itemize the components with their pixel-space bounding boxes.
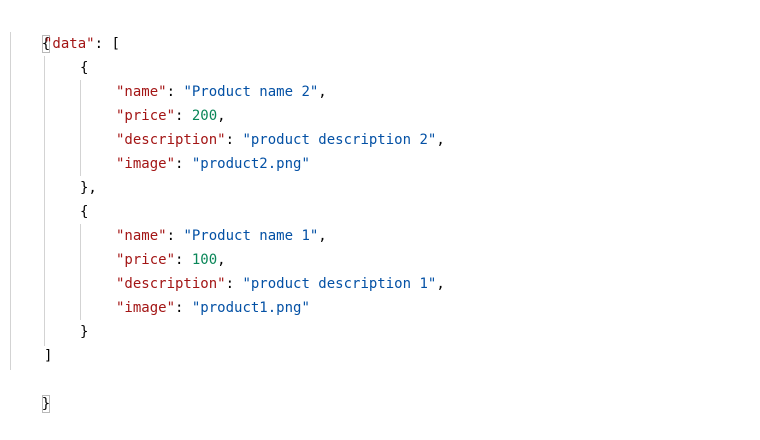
item-2-description-value: "product description 1"	[242, 276, 437, 292]
colon: :	[175, 156, 192, 172]
indent-guide-level-3-item-2	[80, 224, 81, 320]
code-line-7: "image": "product2.png"	[116, 152, 310, 176]
code-line-11: "price": 100,	[116, 248, 226, 272]
code-line-6: "description": "product description 2",	[116, 128, 445, 152]
item-2-image-key: "image"	[116, 300, 176, 316]
item-1-close-brace: },	[80, 180, 97, 196]
comma: ,	[436, 276, 445, 292]
colon: :	[225, 276, 243, 292]
colon: :	[166, 228, 184, 244]
code-line-15: ]	[44, 344, 52, 368]
code-line-4: "name": "Product name 2",	[116, 80, 327, 104]
item-1-price-key: "price"	[116, 108, 176, 124]
colon: :	[94, 36, 112, 52]
array-open-bracket: [	[111, 36, 120, 52]
item-1-image-value: "product2.png"	[191, 156, 310, 172]
item-2-price-value: 100	[191, 252, 218, 268]
comma: ,	[217, 252, 226, 268]
code-line-12: "description": "product description 1",	[116, 272, 445, 296]
indent-guide-level-3-item-1	[80, 80, 81, 176]
code-line-5: "price": 200,	[116, 104, 226, 128]
code-line-8: },	[80, 176, 97, 200]
item-2-description-key: "description"	[116, 276, 226, 292]
code-line-2: "data": [	[44, 32, 120, 56]
indent-guide-level-2	[44, 56, 45, 346]
item-1-price-value: 200	[191, 108, 218, 124]
colon: :	[175, 108, 192, 124]
comma: ,	[436, 132, 445, 148]
item-2-price-key: "price"	[116, 252, 176, 268]
item-1-description-key: "description"	[116, 132, 226, 148]
item-2-close-brace: }	[80, 324, 89, 340]
array-close-bracket: ]	[44, 348, 53, 364]
colon: :	[166, 84, 184, 100]
comma: ,	[318, 228, 327, 244]
json-code-view[interactable]: { "data": [ { "name": "Product name 2", …	[0, 0, 760, 413]
root-close-brace: }	[41, 395, 51, 413]
colon: :	[175, 252, 192, 268]
item-1-image-key: "image"	[116, 156, 176, 172]
item-2-name-value: "Product name 1"	[183, 228, 319, 244]
item-1-name-key: "name"	[116, 84, 167, 100]
code-line-9: {	[80, 200, 88, 224]
item-2-open-brace: {	[80, 204, 89, 220]
code-line-14: }	[80, 320, 88, 344]
item-2-image-value: "product1.png"	[191, 300, 310, 316]
colon: :	[175, 300, 192, 316]
item-1-description-value: "product description 2"	[242, 132, 437, 148]
comma: ,	[318, 84, 327, 100]
indent-guide-level-1	[10, 32, 11, 370]
item-1-name-value: "Product name 2"	[183, 84, 319, 100]
code-line-1: {	[8, 8, 51, 53]
comma: ,	[217, 108, 226, 124]
item-1-open-brace: {	[80, 60, 89, 76]
code-line-10: "name": "Product name 1",	[116, 224, 327, 248]
code-line-13: "image": "product1.png"	[116, 296, 310, 320]
code-line-3: {	[80, 56, 88, 80]
item-2-name-key: "name"	[116, 228, 167, 244]
code-line-16: }	[8, 368, 51, 413]
colon: :	[225, 132, 243, 148]
data-key: "data"	[44, 36, 95, 52]
